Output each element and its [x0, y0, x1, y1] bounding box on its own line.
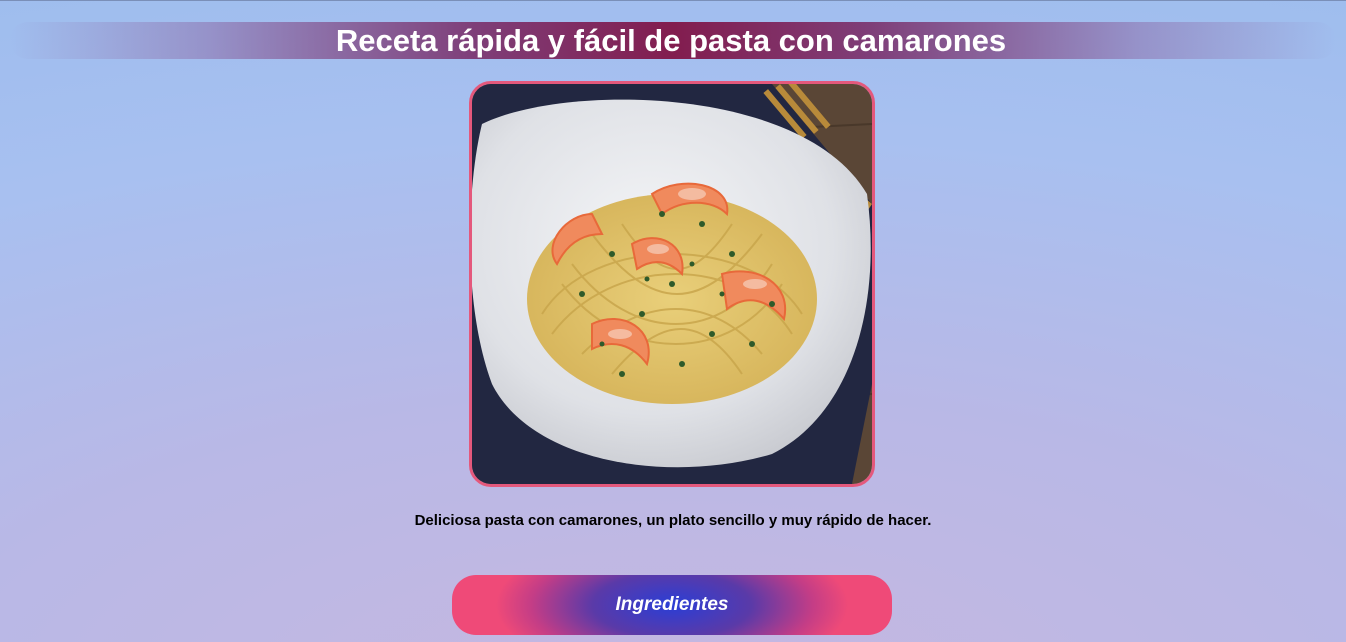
- recipe-description: Deliciosa pasta con camarones, un plato …: [414, 512, 932, 529]
- pasta-dish-illustration: [472, 84, 872, 484]
- recipe-photo: [469, 81, 875, 487]
- page-title: Receta rápida y fácil de pasta con camar…: [335, 23, 1007, 58]
- top-border-line: [0, 0, 1346, 1]
- ingredients-button[interactable]: Ingredientes: [452, 575, 892, 635]
